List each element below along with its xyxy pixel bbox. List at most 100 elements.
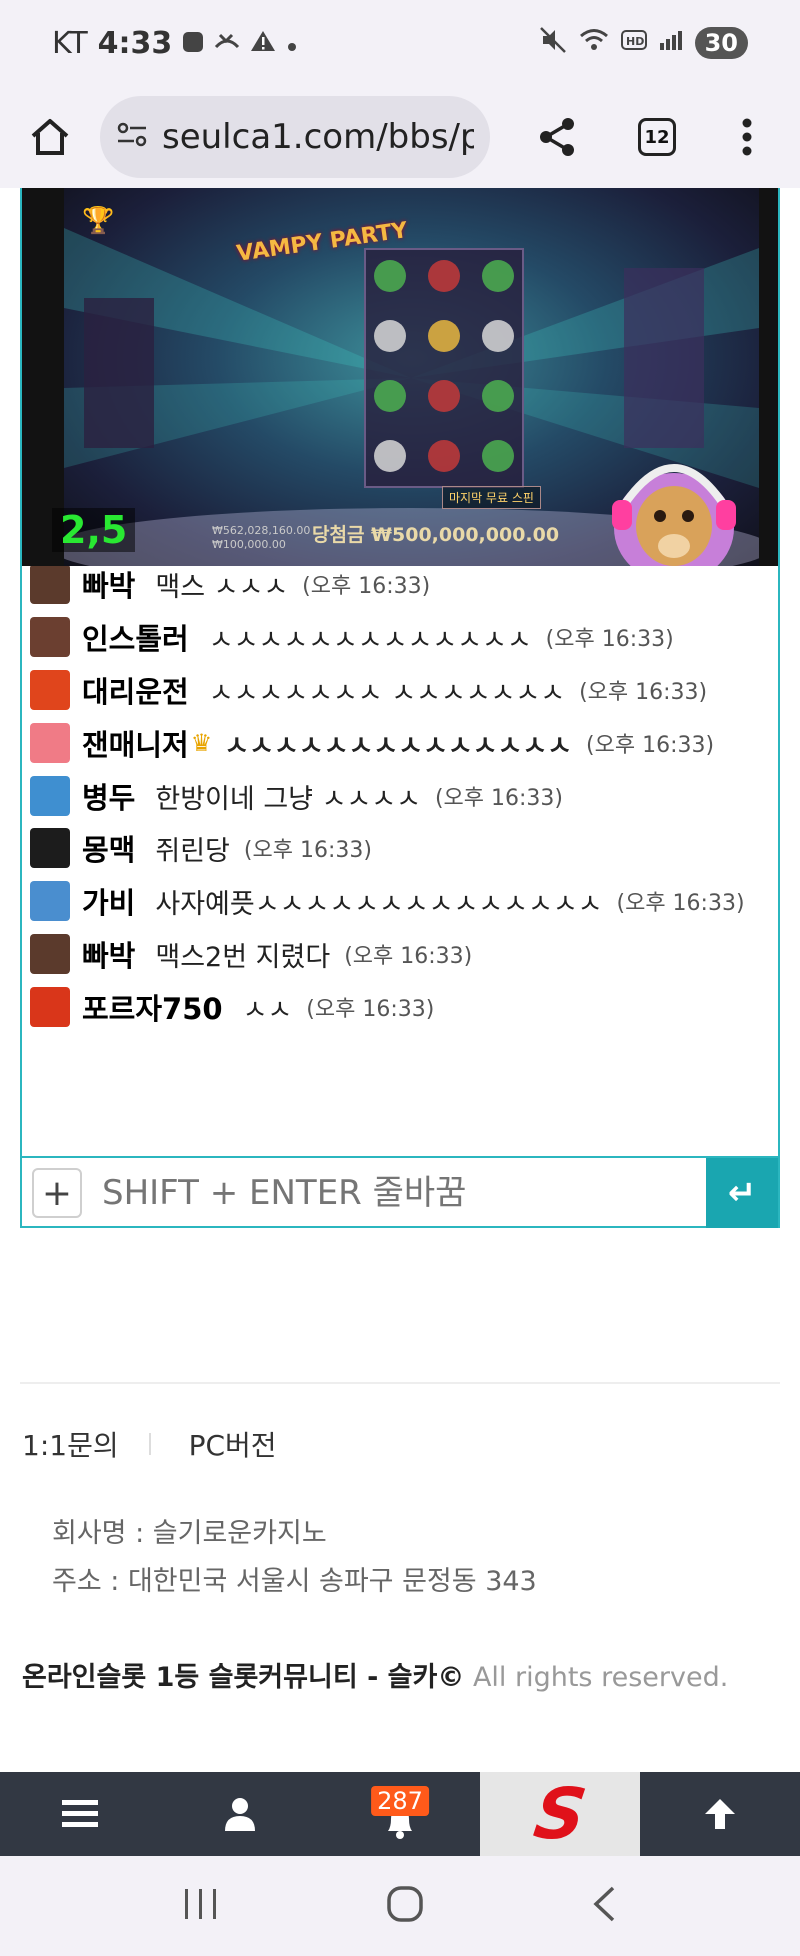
site-logo: S	[529, 1773, 591, 1855]
chat-nickname[interactable]: 몽맥	[82, 827, 135, 869]
user-avatar[interactable]	[30, 723, 70, 763]
chat-nickname[interactable]: 가비	[82, 880, 135, 922]
address-bar[interactable]: seulca1.com/bbs/p	[100, 96, 490, 178]
chat-message: 인스톨러 ㅅㅅㅅㅅㅅㅅㅅㅅㅅㅅㅅㅅㅅ (오후 16:33)	[30, 607, 674, 667]
chat-nickname[interactable]: 잰매니저	[82, 722, 189, 764]
user-avatar[interactable]	[30, 828, 70, 868]
user-avatar[interactable]	[30, 776, 70, 816]
chat-time: (오후 16:33)	[306, 997, 435, 1022]
more-menu-button[interactable]	[702, 117, 792, 157]
chat-time: (오후 16:33)	[302, 574, 431, 599]
wifi-icon	[579, 27, 609, 60]
footer-links: 1:1문의 PC버전	[22, 1424, 277, 1464]
user-avatar[interactable]	[30, 881, 70, 921]
home-button[interactable]	[0, 86, 100, 188]
chat-nickname[interactable]: 빠박	[82, 566, 135, 605]
pc-version-link[interactable]: PC버전	[189, 1424, 277, 1464]
footer-divider	[20, 1382, 780, 1384]
attach-plus-button[interactable]: +	[32, 1168, 82, 1218]
user-avatar[interactable]	[30, 617, 70, 657]
multiplier-overlay: 2,5	[52, 508, 136, 552]
site-logo-button[interactable]: S	[480, 1772, 640, 1856]
hd-icon: HD	[620, 28, 647, 58]
chat-widget: 🏆 VAMPY PARTY 마지막 무료 스핀 ₩562,028,160.00 …	[20, 188, 780, 1228]
share-button[interactable]	[502, 116, 612, 158]
chat-message: 병두 한방이네 그냥 ㅅㅅㅅㅅ (오후 16:33)	[30, 766, 563, 826]
signal-icon	[659, 28, 683, 58]
free-spin-label: 마지막 무료 스핀	[442, 486, 541, 509]
arrow-up-icon	[705, 1799, 735, 1829]
chat-time: (오후 16:33)	[434, 786, 563, 811]
user-avatar[interactable]	[30, 934, 70, 974]
recents-icon	[185, 1889, 217, 1919]
chat-time: (오후 16:33)	[344, 944, 473, 969]
status-right: HD 30	[539, 26, 748, 61]
chat-message-list[interactable]: 빠박 맥스 ㅅㅅㅅ (오후 16:33) 인스톨러 ㅅㅅㅅㅅㅅㅅㅅㅅㅅㅅㅅㅅㅅ …	[22, 566, 778, 1156]
user-avatar[interactable]	[30, 670, 70, 710]
balance-line-2: ₩100,000.00	[212, 538, 286, 551]
inquiry-link[interactable]: 1:1문의	[22, 1424, 119, 1464]
trophy-icon: 🏆	[82, 206, 115, 236]
home-circle-icon	[387, 1886, 423, 1922]
slot-reels	[364, 248, 524, 488]
back-button[interactable]	[591, 1885, 617, 1927]
company-name: 회사명 : 슬기로운카지노	[52, 1518, 327, 1549]
profile-button[interactable]	[160, 1772, 320, 1856]
live-stream-video[interactable]: 🏆 VAMPY PARTY 마지막 무료 스핀 ₩562,028,160.00 …	[22, 188, 778, 566]
chat-text: 쥐린당	[155, 835, 230, 867]
warning-icon	[250, 26, 276, 61]
status-bar: KT 4:33 HD 30	[0, 0, 800, 86]
recent-apps-button[interactable]	[183, 1887, 219, 1925]
chat-text: ㅅㅅㅅㅅㅅㅅㅅㅅㅅㅅㅅㅅㅅㅅ	[224, 730, 573, 762]
scroll-top-button[interactable]	[640, 1772, 800, 1856]
chat-message: 대리운전 ㅅㅅㅅㅅㅅㅅㅅ ㅅㅅㅅㅅㅅㅅㅅ (오후 16:33)	[30, 660, 707, 720]
home-system-button[interactable]	[386, 1885, 424, 1927]
chat-text: 맥스 ㅅㅅㅅ	[155, 571, 289, 603]
chat-nickname[interactable]: 대리운전	[82, 669, 189, 711]
copyright: 온라인슬롯 1등 슬롯커뮤니티 - 슬카© All rights reserve…	[22, 1655, 728, 1694]
mute-icon	[539, 26, 567, 61]
site-settings-icon[interactable]	[116, 120, 148, 154]
bottom-navigation: 287 S	[0, 1772, 800, 1856]
win-amount: 당첨금 ₩500,000,000.00	[312, 524, 560, 546]
balance-line-1: ₩562,028,160.00	[212, 524, 311, 537]
browser-toolbar: seulca1.com/bbs/p 12	[0, 86, 800, 188]
hamburger-icon	[62, 1800, 98, 1827]
user-avatar[interactable]	[30, 566, 70, 604]
chat-message-input[interactable]	[102, 1163, 706, 1223]
chat-nickname[interactable]: 포르자750	[82, 986, 223, 1028]
system-navigation-bar	[0, 1856, 800, 1956]
chat-time: (오후 16:33)	[243, 838, 372, 863]
lion-mascot-image	[612, 464, 736, 566]
notifications-button[interactable]: 287	[320, 1772, 480, 1856]
chat-text: 한방이네 그냥 ㅅㅅㅅㅅ	[155, 783, 421, 815]
tabs-button[interactable]: 12	[612, 118, 702, 156]
back-chevron-icon	[593, 1886, 614, 1922]
copyright-rights: All rights reserved.	[464, 1662, 729, 1693]
chat-time: (오후 16:33)	[579, 680, 708, 705]
send-button[interactable]: ↵	[706, 1158, 778, 1228]
chat-text: 맥스2번 지렸다	[155, 941, 331, 973]
more-vert-icon	[742, 118, 752, 156]
user-avatar[interactable]	[30, 987, 70, 1027]
home-icon	[31, 119, 69, 155]
chat-time: (오후 16:33)	[616, 891, 745, 916]
chat-text: ㅅㅅㅅㅅㅅㅅㅅ ㅅㅅㅅㅅㅅㅅㅅ	[208, 677, 566, 709]
menu-button[interactable]	[0, 1772, 160, 1856]
chat-text: ㅅㅅ	[242, 994, 293, 1026]
missed-call-icon	[214, 26, 240, 61]
chat-time: (오후 16:33)	[586, 733, 715, 758]
company-info: 회사명 : 슬기로운카지노 주소 : 대한민국 서울시 송파구 문정동 343	[52, 1510, 537, 1606]
user-icon	[225, 1798, 255, 1831]
dot-icon	[286, 26, 298, 61]
battery-indicator: 30	[694, 27, 748, 59]
share-icon	[540, 118, 574, 156]
chat-input-row: + ↵	[22, 1156, 778, 1228]
url-text: seulca1.com/bbs/p	[162, 117, 474, 157]
chat-nickname[interactable]: 빠박	[82, 933, 135, 975]
carrier-label: KT	[52, 25, 88, 61]
chat-nickname[interactable]: 인스톨러	[82, 616, 189, 658]
chat-nickname[interactable]: 병두	[82, 775, 135, 817]
tab-count: 12	[638, 118, 676, 156]
chat-message: 몽맥 쥐린당 (오후 16:33)	[30, 818, 372, 878]
